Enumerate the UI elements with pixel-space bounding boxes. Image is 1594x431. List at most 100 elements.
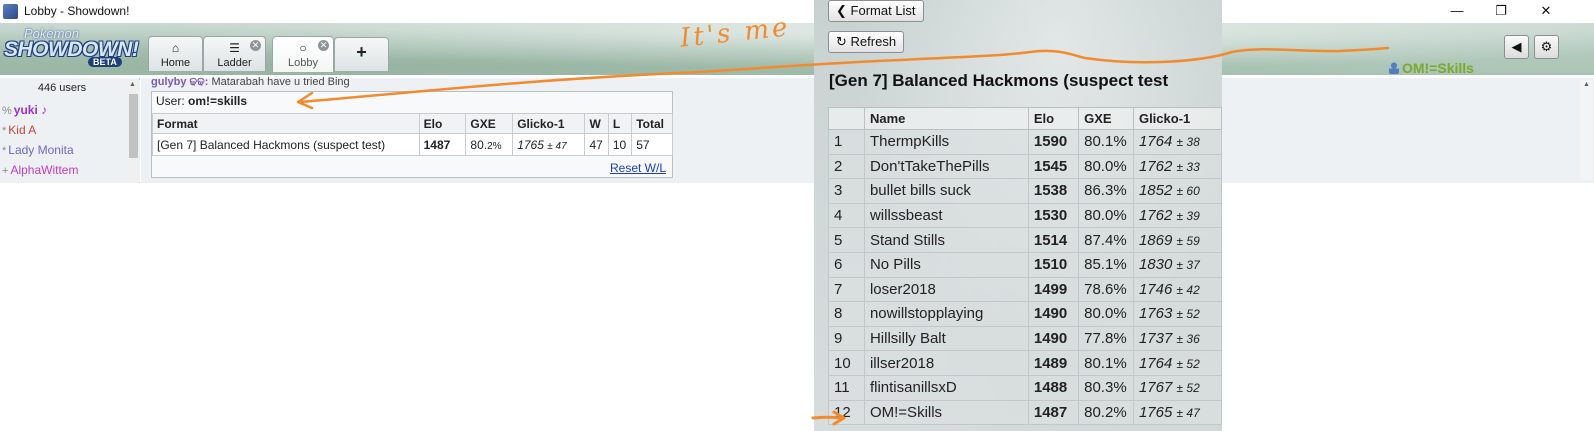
user-list: 446 users % yuki ♪ * Kid A * Lady Monita + A… (0, 78, 140, 183)
cell-gxe: 86.3% (1078, 178, 1134, 204)
chat-area: gulyby ଢଢ: Matarabah have u tried Bing U… (141, 76, 815, 183)
glicko-dev: ± 60 (1176, 184, 1200, 199)
scrollbar-thumb[interactable] (129, 94, 138, 158)
window-title: Lobby - Showdown! (24, 4, 130, 18)
username-button[interactable]: OM!=Skills (1389, 60, 1474, 80)
sound-button[interactable]: ◀ (1504, 35, 1529, 59)
cell-rank: 9 (828, 325, 865, 352)
close-tab-icon[interactable]: ✕ (250, 40, 261, 51)
glicko-value: 1830 (1138, 256, 1173, 274)
minimize-button[interactable]: — (1442, 2, 1472, 20)
user-list-item[interactable]: % yuki ♪ (2, 103, 47, 117)
cell-elo: 1510 (1027, 251, 1080, 278)
showdown-logo[interactable]: Pokémon SHOWDOWN! BETA (2, 26, 144, 70)
cell-rank: 11 (828, 374, 865, 401)
tab-lobby-label: Lobby (288, 57, 318, 69)
ladder-panel: ❮ Format List ↻ Refresh [Gen 7] Balanced… (814, 0, 1222, 431)
cell-name[interactable]: illser2018 (863, 350, 1029, 376)
cell-glicko: 1767 ± 52 (1132, 374, 1222, 401)
cell-name[interactable]: Stand Stills (863, 227, 1029, 253)
ladder-header-row: Name Elo GXE Glicko-1 (828, 107, 1222, 130)
table-row[interactable]: 5 Stand Stills 1514 87.4% 1869 ± 59 (828, 227, 1222, 253)
user-list-scrollbar[interactable]: ▲ (127, 80, 140, 182)
table-row[interactable]: 2 Don'tTakeThePills 1545 80.0% 1762 ± 33 (828, 153, 1222, 180)
user-rank-popup: User: om!=skills Format Elo GXE Glicko-1… (151, 91, 673, 178)
cell-name[interactable]: bullet bills suck (863, 178, 1029, 204)
user-list-item[interactable]: * Lady Monita (2, 143, 74, 157)
cell-elo: 1545 (1027, 153, 1080, 180)
gear-icon: ⚙ (1540, 39, 1553, 54)
cell-glicko: 1765 ± 47 (512, 133, 586, 156)
tab-home[interactable]: ⌂ Home (148, 36, 203, 71)
glicko-value: 1764 (1138, 354, 1173, 372)
cell-rank: 4 (828, 202, 865, 229)
cell-glicko: 1830 ± 37 (1132, 251, 1222, 278)
user-name: yuki ♪ (13, 103, 48, 117)
glicko-value: 1765 (1138, 403, 1173, 421)
cell-elo: 1487 (1027, 399, 1080, 426)
cell-elo: 1488 (1027, 374, 1080, 401)
cell-name[interactable]: Hillsilly Balt (863, 325, 1029, 352)
cell-name[interactable]: loser2018 (863, 276, 1029, 303)
options-button[interactable]: ⚙ (1534, 35, 1559, 59)
tab-ladder-label: Ladder (217, 57, 252, 69)
refresh-button[interactable]: ↻ Refresh (828, 31, 905, 53)
cell-rank: 10 (828, 350, 865, 376)
glicko-value: 1764 (1138, 133, 1173, 151)
cell-name[interactable]: willssbeast (863, 202, 1029, 229)
user-list-item[interactable]: * Kid A (2, 123, 36, 137)
glicko-dev: ± 39 (1176, 209, 1200, 224)
cell-name[interactable]: Don'tTakeThePills (863, 153, 1029, 180)
cell-w: 47 (584, 133, 609, 156)
col-w: W (584, 113, 609, 134)
table-row[interactable]: 10 illser2018 1489 80.1% 1764 ± 52 (828, 350, 1222, 376)
scroll-up-icon[interactable]: ▲ (129, 81, 136, 88)
table-row[interactable]: 8 nowillstopplaying 1490 80.0% 1763 ± 52 (828, 301, 1222, 327)
table-row[interactable]: 11 flintisanillsxD 1488 80.3% 1767 ± 52 (828, 374, 1222, 401)
chat-username[interactable]: gulyby ଢଢ: (151, 76, 208, 88)
glicko-value: 1737 (1138, 330, 1173, 348)
table-row[interactable]: 12 OM!=Skills 1487 80.2% 1765 ± 47 (828, 399, 1222, 426)
format-list-button[interactable]: ❮ Format List (828, 0, 924, 22)
cell-glicko: 1737 ± 36 (1132, 325, 1222, 352)
cell-name[interactable]: ThermpKills (863, 129, 1029, 155)
reset-wl-link[interactable]: Reset W/L (610, 161, 666, 175)
close-button[interactable]: ✕ (1531, 2, 1561, 20)
cell-glicko: 1852 ± 60 (1132, 178, 1222, 204)
cell-name[interactable]: flintisanillsxD (863, 374, 1029, 401)
table-row[interactable]: 3 bullet bills suck 1538 86.3% 1852 ± 60 (828, 178, 1222, 204)
cell-glicko: 1764 ± 38 (1132, 129, 1222, 155)
col-gxe: GXE (465, 113, 514, 134)
chat-scrollbar[interactable]: ▲ (1580, 80, 1593, 180)
refresh-label: Refresh (850, 34, 897, 49)
close-tab-icon[interactable]: ✕ (318, 40, 329, 51)
glicko-dev: ± 52 (1176, 381, 1200, 396)
cell-rank: 12 (828, 399, 865, 426)
restore-button[interactable]: ❐ (1486, 2, 1516, 20)
cell-gxe: 80.3% (1078, 374, 1134, 401)
chat-right-area: ▲ (1222, 78, 1594, 183)
chat-message-text: Matarabah have u tried Bing (211, 76, 350, 88)
refresh-icon: ↻ (836, 34, 847, 49)
user-list-item[interactable]: + AlphaWittem (2, 163, 78, 177)
col-name: Name (863, 107, 1029, 130)
cell-name[interactable]: nowillstopplaying (863, 301, 1029, 327)
new-tab-button[interactable]: + (334, 37, 389, 71)
table-row[interactable]: 1 ThermpKills 1590 80.1% 1764 ± 38 (828, 129, 1222, 155)
tab-home-label: Home (160, 57, 191, 69)
cell-name[interactable]: OM!=Skills (863, 399, 1029, 426)
glicko-value: 1869 (1138, 231, 1173, 249)
table-row[interactable]: 7 loser2018 1499 78.6% 1746 ± 42 (828, 276, 1222, 303)
table-row[interactable]: 4 willssbeast 1530 80.0% 1762 ± 39 (828, 202, 1222, 229)
col-gxe: GXE (1078, 107, 1134, 130)
plus-icon: + (356, 42, 367, 62)
tab-ladder[interactable]: ☰ Ladder ✕ (203, 36, 266, 71)
scroll-up-icon[interactable]: ▲ (1583, 81, 1590, 88)
cell-rank: 2 (828, 153, 865, 180)
home-icon: ⌂ (171, 41, 180, 55)
tab-lobby[interactable]: ○ Lobby ✕ (272, 36, 334, 72)
table-row[interactable]: 9 Hillsilly Balt 1490 77.8% 1737 ± 36 (828, 325, 1222, 352)
table-row[interactable]: 6 No Pills 1510 85.1% 1830 ± 37 (828, 251, 1222, 278)
cell-name[interactable]: No Pills (863, 251, 1029, 278)
cell-l: 10 (607, 133, 633, 156)
